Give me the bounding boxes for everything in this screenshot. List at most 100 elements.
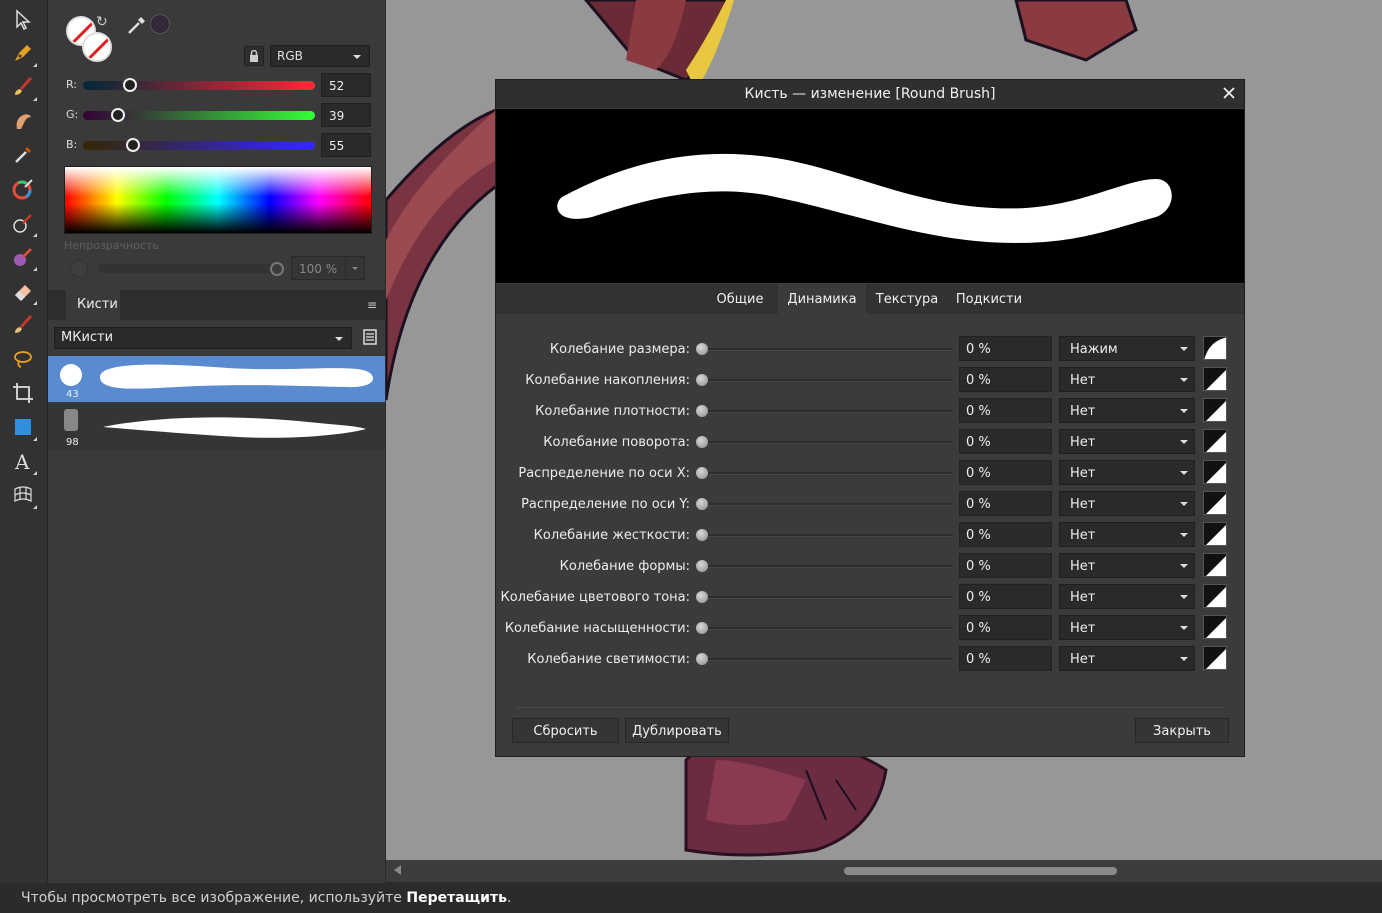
slider-track[interactable] bbox=[708, 658, 953, 661]
curve-editor-icon[interactable] bbox=[1203, 398, 1227, 422]
move-tool-icon[interactable] bbox=[8, 5, 38, 35]
text-icon[interactable]: A bbox=[8, 446, 38, 476]
red-value-field[interactable]: 52 bbox=[321, 73, 371, 97]
blue-value-field[interactable]: 55 bbox=[321, 133, 371, 157]
curve-editor-icon[interactable] bbox=[1203, 460, 1227, 484]
percent-field[interactable]: 0 % bbox=[959, 522, 1052, 547]
duplicate-button[interactable]: Дублировать bbox=[625, 718, 729, 743]
curve-editor-icon[interactable] bbox=[1203, 367, 1227, 391]
controller-select[interactable]: Нет bbox=[1059, 460, 1195, 485]
percent-field[interactable]: 0 % bbox=[959, 615, 1052, 640]
slider-track[interactable] bbox=[708, 472, 953, 475]
curve-editor-icon[interactable] bbox=[1203, 584, 1227, 608]
controller-select[interactable]: Нет bbox=[1059, 398, 1195, 423]
curve-editor-icon[interactable] bbox=[1203, 491, 1227, 515]
slider-track[interactable] bbox=[83, 141, 315, 150]
percent-field[interactable]: 0 % bbox=[959, 553, 1052, 578]
fill-brush-icon[interactable] bbox=[8, 310, 38, 340]
slider-track[interactable] bbox=[83, 81, 315, 90]
controller-select[interactable]: Нет bbox=[1059, 429, 1195, 454]
slider-track[interactable] bbox=[708, 379, 953, 382]
reset-button[interactable]: Сбросить bbox=[512, 718, 619, 743]
slider-knob[interactable] bbox=[696, 374, 708, 386]
percent-field[interactable]: 0 % bbox=[959, 646, 1052, 671]
scroll-left-icon[interactable] bbox=[394, 865, 401, 875]
curve-editor-icon[interactable] bbox=[1203, 429, 1227, 453]
percent-field[interactable]: 0 % bbox=[959, 367, 1052, 392]
opacity-field[interactable]: 100 % bbox=[291, 256, 365, 280]
mesh-warp-icon[interactable] bbox=[8, 480, 38, 510]
slider-knob[interactable] bbox=[696, 560, 708, 572]
opacity-slider[interactable] bbox=[98, 264, 278, 273]
smudge-icon[interactable] bbox=[8, 106, 38, 136]
slider-knob[interactable] bbox=[696, 622, 708, 634]
percent-field[interactable]: 0 % bbox=[959, 336, 1052, 361]
color-mode-select[interactable]: RGB bbox=[270, 45, 370, 67]
green-value-field[interactable]: 39 bbox=[321, 103, 371, 127]
slider-knob[interactable] bbox=[696, 591, 708, 603]
brush-item-round[interactable]: 43 bbox=[48, 356, 385, 402]
close-button[interactable]: Закрыть bbox=[1135, 718, 1229, 743]
tab-brushes[interactable]: Кисти bbox=[66, 290, 120, 320]
percent-field[interactable]: 0 % bbox=[959, 584, 1052, 609]
slider-knob[interactable] bbox=[696, 529, 708, 541]
curve-editor-icon[interactable] bbox=[1203, 615, 1227, 639]
slider-track[interactable] bbox=[708, 534, 953, 537]
lock-button[interactable] bbox=[244, 46, 264, 66]
slider-track[interactable] bbox=[708, 565, 953, 568]
percent-field[interactable]: 0 % bbox=[959, 460, 1052, 485]
slider-knob[interactable] bbox=[696, 653, 708, 665]
slider-track[interactable] bbox=[708, 441, 953, 444]
slider-track[interactable] bbox=[708, 348, 953, 351]
close-icon[interactable] bbox=[1220, 84, 1238, 102]
eraser-icon[interactable] bbox=[8, 276, 38, 306]
percent-field[interactable]: 0 % bbox=[959, 429, 1052, 454]
slider-track[interactable] bbox=[708, 596, 953, 599]
slider-track[interactable] bbox=[708, 410, 953, 413]
tab-dynamics[interactable]: Динамика bbox=[778, 284, 866, 314]
slider-track[interactable] bbox=[708, 503, 953, 506]
horizontal-scrollbar[interactable] bbox=[386, 860, 1382, 882]
crop-icon[interactable] bbox=[8, 378, 38, 408]
controller-select[interactable]: Нажим bbox=[1059, 336, 1195, 361]
slider-knob[interactable] bbox=[126, 138, 141, 152]
curve-editor-icon[interactable] bbox=[1203, 522, 1227, 546]
controller-select[interactable]: Нет bbox=[1059, 584, 1195, 609]
dodge-brush-icon[interactable] bbox=[8, 208, 38, 238]
curve-editor-icon[interactable] bbox=[1203, 646, 1227, 670]
slider-knob[interactable] bbox=[696, 467, 708, 479]
swap-colors-icon[interactable]: ↻ bbox=[96, 14, 108, 30]
percent-field[interactable]: 0 % bbox=[959, 398, 1052, 423]
panel-menu-icon[interactable]: ≡ bbox=[367, 298, 377, 312]
lasso-icon[interactable] bbox=[8, 344, 38, 374]
slider-knob[interactable] bbox=[696, 498, 708, 510]
rectangle-icon[interactable] bbox=[8, 412, 38, 442]
tab-texture[interactable]: Текстура bbox=[866, 284, 948, 314]
controller-select[interactable]: Нет bbox=[1059, 553, 1195, 578]
slider-knob[interactable] bbox=[696, 343, 708, 355]
scrollbar-thumb[interactable] bbox=[844, 867, 1117, 875]
tab-general[interactable]: Общие bbox=[702, 284, 778, 314]
curve-editor-icon[interactable] bbox=[1203, 336, 1227, 360]
color-spectrum[interactable] bbox=[64, 166, 372, 234]
pen-tool-icon[interactable] bbox=[8, 38, 38, 68]
list-view-icon[interactable] bbox=[363, 329, 377, 345]
percent-field[interactable]: 0 % bbox=[959, 491, 1052, 516]
controller-select[interactable]: Нет bbox=[1059, 646, 1195, 671]
color-wheel-icon[interactable] bbox=[8, 174, 38, 204]
controller-select[interactable]: Нет bbox=[1059, 615, 1195, 640]
slider-knob[interactable] bbox=[696, 405, 708, 417]
brush-item-textured[interactable]: 98 bbox=[48, 404, 385, 450]
controller-select[interactable]: Нет bbox=[1059, 491, 1195, 516]
pixel-brush-icon[interactable] bbox=[8, 242, 38, 272]
eyedropper-icon[interactable] bbox=[126, 14, 148, 36]
tab-subbrushes[interactable]: Подкисти bbox=[948, 284, 1030, 314]
slider-knob[interactable] bbox=[696, 436, 708, 448]
controller-select[interactable]: Нет bbox=[1059, 522, 1195, 547]
slider-track[interactable] bbox=[708, 627, 953, 630]
color-picker-icon[interactable] bbox=[8, 140, 38, 170]
stroke-swatch[interactable] bbox=[82, 32, 112, 62]
current-color-swatch[interactable] bbox=[150, 14, 170, 34]
curve-editor-icon[interactable] bbox=[1203, 553, 1227, 577]
controller-select[interactable]: Нет bbox=[1059, 367, 1195, 392]
